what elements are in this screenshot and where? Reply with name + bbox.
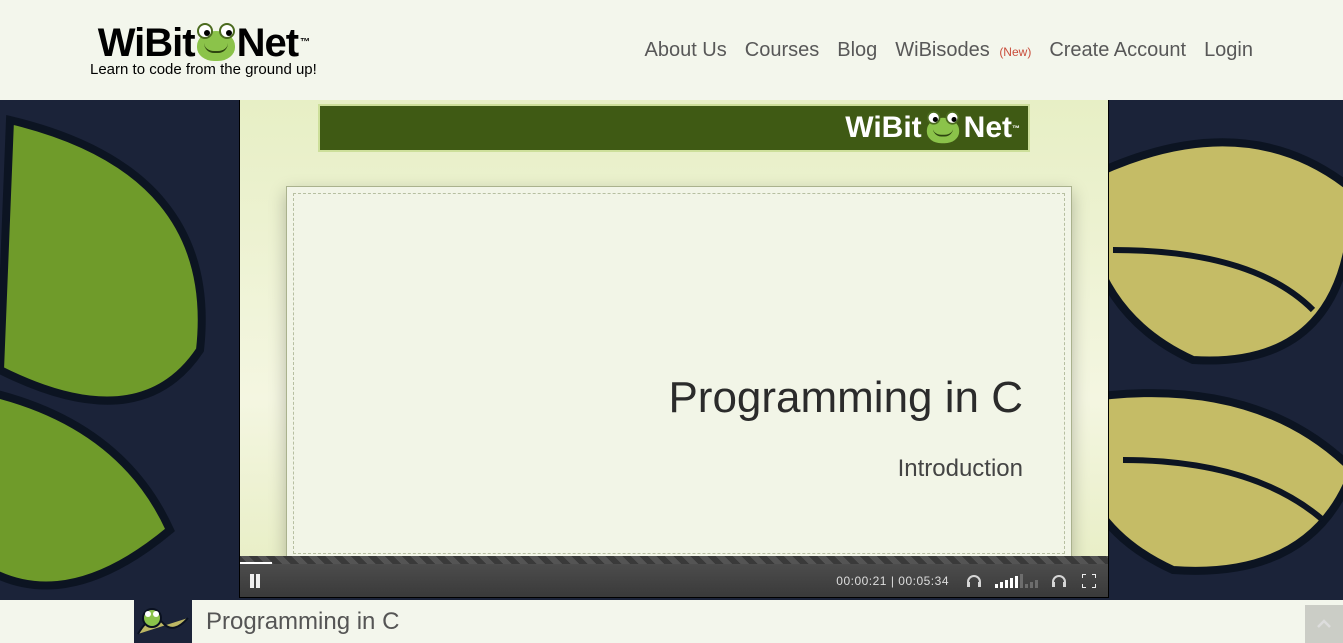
trademark-icon: ™: [300, 38, 309, 48]
slide-title: Programming in C: [668, 373, 1023, 423]
video-brand-logo: WiBit Net ™: [845, 108, 1020, 148]
site-header: WiBit Net ™ Learn to code from the groun…: [0, 0, 1343, 100]
scroll-to-top-button[interactable]: [1305, 605, 1343, 643]
video-player: WiBit Net ™ Programming in C Introductio…: [240, 100, 1108, 597]
progress-indicator[interactable]: [240, 562, 272, 564]
new-badge: (New): [999, 45, 1031, 59]
logo-text-post: Net: [237, 23, 298, 63]
slide-subtitle: Introduction: [898, 455, 1023, 483]
frog-icon: [193, 23, 239, 63]
course-thumbnail[interactable]: [134, 600, 192, 643]
video-controls: 00:00:21 | 00:05:34: [240, 563, 1108, 597]
nav-blog[interactable]: Blog: [837, 39, 877, 61]
volume-level[interactable]: [995, 574, 1038, 588]
fullscreen-icon: [1082, 574, 1096, 588]
course-title: Programming in C: [206, 608, 399, 636]
headphones-icon: [966, 574, 982, 588]
site-logo[interactable]: WiBit Net ™ Learn to code from the groun…: [90, 23, 317, 78]
nav-about[interactable]: About Us: [644, 39, 726, 61]
nav-courses[interactable]: Courses: [745, 39, 819, 61]
volume-up-button[interactable]: [1044, 564, 1074, 597]
nav-wibisodes[interactable]: WiBisodes (New): [895, 39, 1031, 61]
primary-nav: About Us Courses Blog WiBisodes (New) Cr…: [644, 39, 1253, 62]
bg-leaf-left: [0, 110, 280, 600]
pause-icon: [249, 574, 261, 588]
pause-button[interactable]: [240, 564, 270, 597]
nav-create-account[interactable]: Create Account: [1049, 39, 1186, 61]
time-display: 00:00:21 | 00:05:34: [826, 574, 959, 588]
nav-login[interactable]: Login: [1204, 39, 1253, 61]
fullscreen-button[interactable]: [1074, 564, 1104, 597]
video-title-bar: WiBit Net ™: [318, 104, 1030, 152]
hero: WiBit Net ™ Programming in C Introductio…: [0, 100, 1343, 600]
slide-card: Programming in C Introduction: [286, 186, 1072, 561]
headphones-icon: [1051, 574, 1067, 588]
logo-text-pre: WiBit: [98, 23, 195, 63]
chevron-up-icon: [1316, 616, 1332, 632]
course-breadcrumb: Programming in C: [0, 600, 1343, 643]
frog-icon: [923, 111, 962, 145]
volume-down-button[interactable]: [959, 564, 989, 597]
